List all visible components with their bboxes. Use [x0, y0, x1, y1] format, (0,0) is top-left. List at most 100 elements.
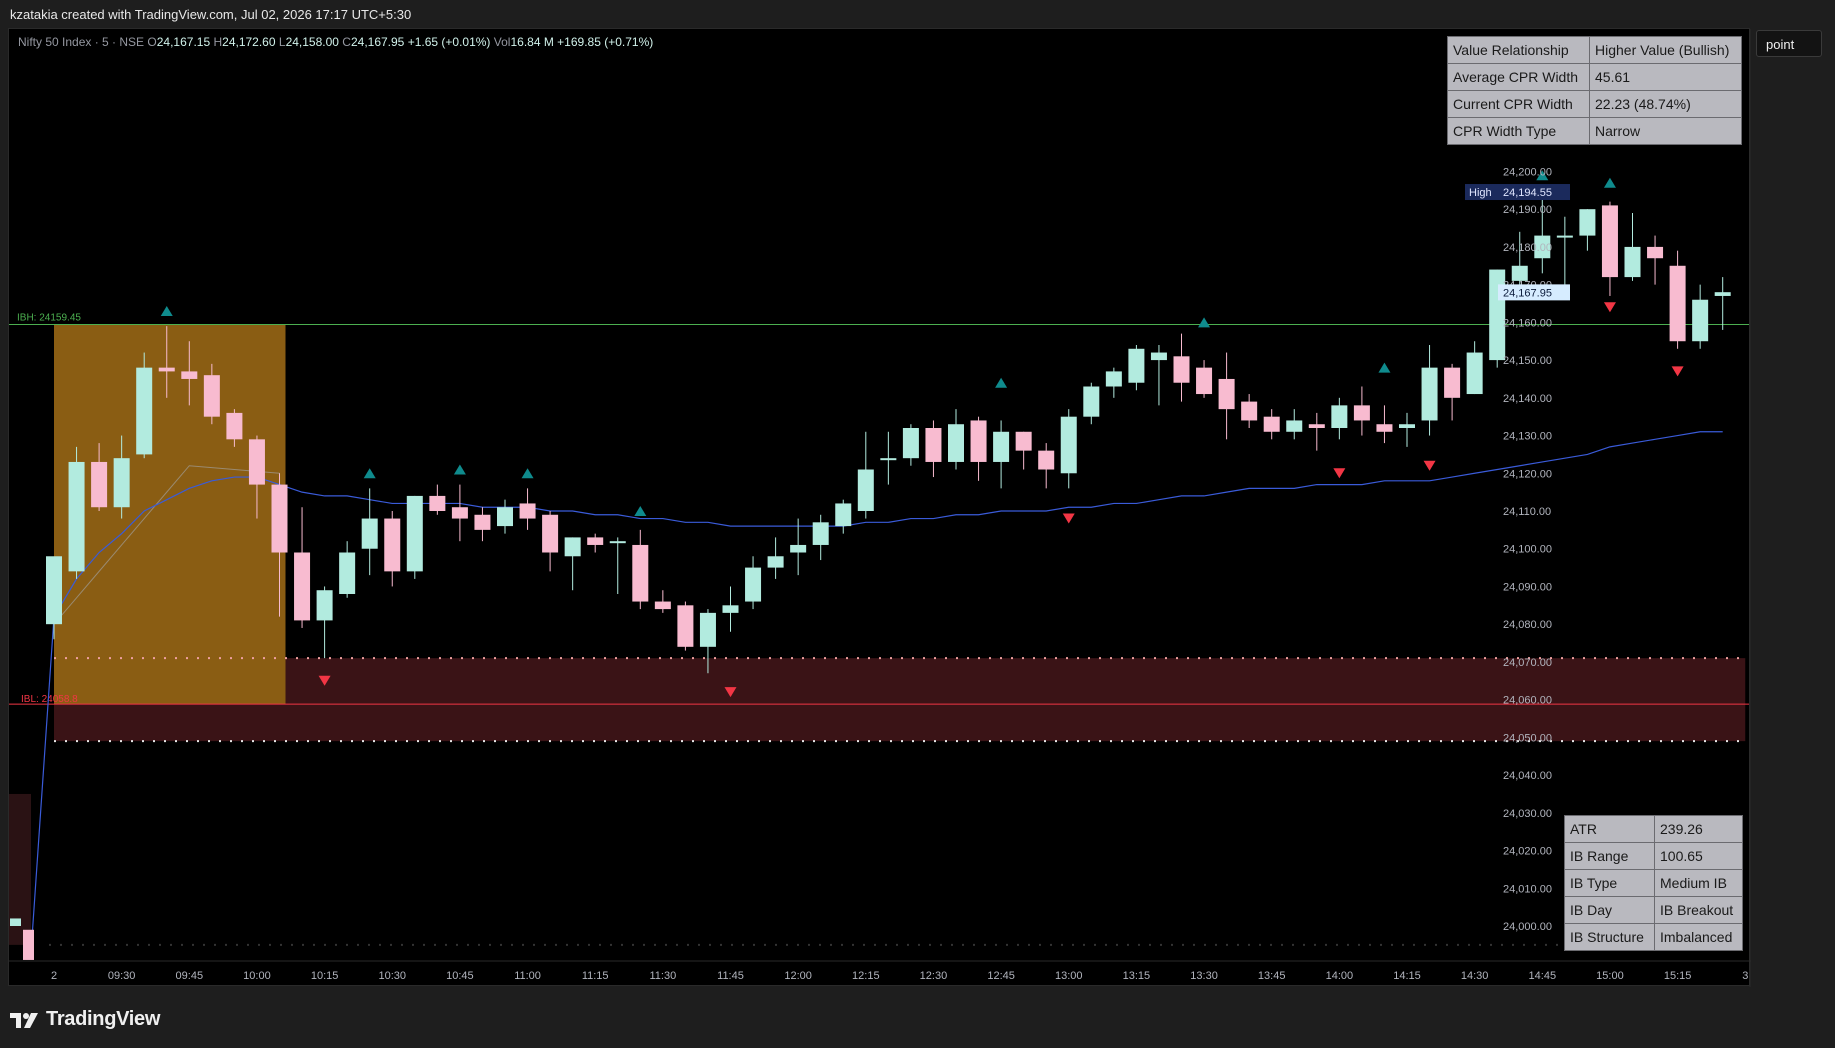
candle-body [68, 461, 85, 572]
y-tick-label: 24,060.00 [1503, 695, 1552, 707]
candle-body [497, 507, 513, 527]
signal-up-icon [363, 468, 376, 479]
candle-body [835, 503, 852, 527]
y-tick-label: 24,090.00 [1503, 581, 1552, 593]
legend-high: 24,172.60 [222, 35, 276, 49]
legend-symbol: Nifty 50 Index · 5 · NSE [18, 35, 145, 49]
ib-box [54, 324, 286, 705]
candle-body [406, 495, 423, 572]
signal-up-icon [160, 306, 173, 317]
signal-up-icon [1378, 362, 1391, 373]
x-tick-label: 12:45 [987, 970, 1015, 982]
x-tick-label: 14:45 [1529, 970, 1557, 982]
tradingview-logo[interactable]: TradingView [10, 1008, 160, 1031]
price-chart[interactable]: IBH: 24159.45 IBL: 24058.8 24,000.00 24,010… [9, 29, 1751, 987]
cpr-table-label: Value Relationship [1447, 36, 1590, 64]
x-tick-label: 11:15 [582, 970, 609, 982]
x-tick-label: 12:15 [852, 970, 880, 982]
candle-body [451, 507, 468, 519]
candle-body [1218, 378, 1235, 410]
candle-body [1241, 401, 1258, 421]
candle-body [767, 556, 784, 568]
x-tick-label: 11:45 [717, 970, 744, 982]
header-title: kzatakia created with TradingView.com, J… [10, 7, 412, 22]
candle-body [722, 605, 739, 613]
candle-body [1669, 265, 1686, 342]
signal-down-icon [1671, 366, 1684, 377]
candle-body [564, 537, 581, 557]
y-tick-label: 24,040.00 [1503, 770, 1552, 782]
candle-body [136, 367, 153, 455]
footer [0, 990, 1835, 1048]
candle-body [1196, 367, 1213, 395]
y-tick-label: 24,140.00 [1503, 393, 1552, 405]
signal-up-icon [995, 377, 1008, 388]
legend-volume: 16.84 M [510, 35, 554, 49]
y-tick-label: 24,130.00 [1503, 431, 1552, 443]
tradingview-logo-icon [10, 1012, 38, 1028]
candle-body [1331, 405, 1348, 428]
x-tick-label: 10:15 [311, 970, 339, 982]
candle-body [203, 375, 220, 417]
point-button[interactable]: point [1756, 30, 1822, 57]
signal-down-icon [1603, 302, 1616, 313]
candle-body [429, 495, 446, 511]
candle-body [113, 458, 130, 508]
legend-low: 24,158.00 [285, 35, 339, 49]
ib-table-row: IB Day IB Breakout [1564, 896, 1743, 924]
legend-day-change: +169.85 (+0.71%) [557, 35, 654, 49]
candle-body [632, 544, 649, 602]
ib-table-value: IB Breakout [1654, 896, 1743, 924]
y-tick-label: 24,100.00 [1503, 544, 1552, 556]
signal-down-icon [1333, 468, 1346, 479]
signal-down-icon [1062, 513, 1075, 524]
candle-body [587, 537, 604, 545]
cpr-table-label: CPR Width Type [1447, 117, 1590, 145]
y-tick-label: 24,010.00 [1503, 883, 1552, 895]
cpr-table-row: Current CPR Width 22.23 (48.74%) [1447, 90, 1742, 118]
candle-body [181, 371, 198, 379]
candle-body [1466, 352, 1483, 395]
ibl-label: IBL: 24058.8 [21, 694, 78, 705]
last-price-text: 24,167.95 [1503, 287, 1552, 299]
candle-body [654, 601, 671, 610]
legend-close: 24,167.95 [350, 35, 405, 49]
candle-body [993, 431, 1010, 462]
y-tick-label: 24,020.00 [1503, 846, 1552, 858]
x-tick-label: 09:30 [108, 970, 136, 982]
x-tick-label: 13:45 [1258, 970, 1286, 982]
signal-up-icon [1198, 317, 1211, 328]
candle-body [91, 461, 108, 508]
y-tick-label: 24,030.00 [1503, 808, 1552, 820]
candle-body [1647, 246, 1664, 259]
high-price-text: 24,194.55 [1503, 187, 1552, 199]
candle-body [316, 590, 333, 621]
candle-body [271, 484, 288, 553]
y-tick-label: 24,190.00 [1503, 204, 1552, 216]
candle-body [970, 420, 987, 462]
candle-body [948, 424, 964, 462]
candle-body [1624, 246, 1641, 278]
ib-table-row: IB Type Medium IB [1564, 869, 1743, 897]
cpr-table-label: Average CPR Width [1447, 63, 1590, 91]
candle-body [1353, 405, 1370, 421]
x-tick-label: 14:15 [1393, 970, 1421, 982]
candle-body [1376, 424, 1393, 432]
signal-up-icon [453, 464, 466, 475]
ib-table-label: IB Type [1564, 869, 1655, 897]
x-tick-label: 11:00 [514, 970, 541, 982]
chart-frame[interactable]: IBH: 24159.45 IBL: 24058.8 24,000.00 24,010… [8, 28, 1751, 987]
y-tick-label: 24,110.00 [1503, 506, 1551, 518]
candle-body [361, 518, 378, 549]
y-tick-label: 24,150.00 [1503, 355, 1552, 367]
candle-body [1714, 292, 1731, 296]
x-tick-label: 12:30 [920, 970, 948, 982]
x-tick-label: 14:30 [1461, 970, 1489, 982]
ib-table-label: ATR [1564, 815, 1655, 843]
candle-body [1263, 416, 1280, 432]
candle-body [1444, 367, 1461, 398]
footer-brand: TradingView [46, 1008, 161, 1030]
candle-body [339, 552, 356, 594]
legend-o-label: O [147, 35, 157, 49]
candle-body [248, 439, 265, 485]
